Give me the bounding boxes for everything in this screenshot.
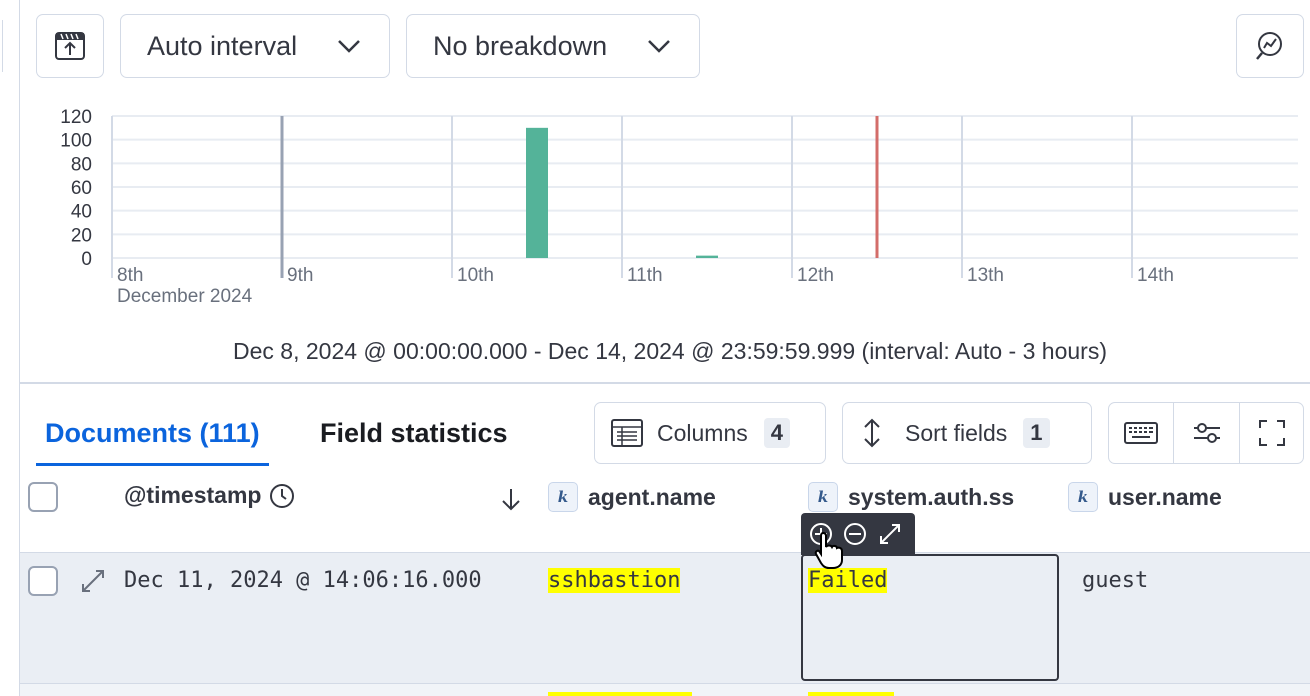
keyword-type-token: k <box>808 482 838 512</box>
cell-timestamp: Dec 11, 2024 @ 14:06:16.000 <box>124 568 482 593</box>
fullscreen-button[interactable] <box>1240 402 1304 464</box>
visualization-inspect-icon <box>1256 32 1282 60</box>
row-select-checkbox[interactable] <box>28 566 58 596</box>
inspect-button[interactable] <box>1236 14 1304 78</box>
fullscreen-icon <box>1259 420 1285 446</box>
system-auth-value: Failed <box>808 568 888 593</box>
column-header-timestamp[interactable]: @timestamp <box>124 482 295 509</box>
x-tick-label: 13th <box>967 265 1004 286</box>
chevron-down-icon <box>648 40 670 53</box>
keyboard-shortcuts-button[interactable] <box>1108 402 1173 464</box>
y-tick-label: 100 <box>60 131 92 152</box>
user-header-label: user.name <box>1108 483 1222 510</box>
display-settings-button[interactable] <box>1174 402 1239 464</box>
histogram-bar[interactable] <box>526 127 548 258</box>
discover-view: Auto interval No breakdown 120 100 80 60 40 2… <box>0 0 1310 696</box>
x-tick-label: 12th <box>797 265 834 286</box>
columns-count-badge: 4 <box>763 418 791 448</box>
expand-diagonal-icon[interactable] <box>879 523 901 545</box>
cell-user-name: guest <box>1082 568 1149 593</box>
sort-arrows-icon <box>864 418 880 448</box>
next-row-highlight <box>548 692 692 696</box>
x-tick-label: 14th <box>1137 265 1174 286</box>
next-row-highlight <box>808 692 894 696</box>
sliders-icon <box>1193 423 1220 443</box>
y-tick-label: 20 <box>71 225 92 246</box>
agent-name-value: sshbastion <box>548 568 681 593</box>
cell-agent-name: sshbastion <box>548 568 681 593</box>
breakdown-dropdown[interactable]: No breakdown <box>406 14 700 78</box>
interval-label: Auto interval <box>147 30 298 61</box>
chevron-down-icon <box>338 40 360 53</box>
tab-documents-label: Documents (111) <box>45 418 260 448</box>
columns-label: Columns <box>657 419 748 446</box>
x-tick-label: 11th <box>627 265 663 286</box>
sidebar-notch <box>0 20 3 72</box>
y-tick-label: 120 <box>60 107 92 128</box>
y-tick-label: 80 <box>71 154 92 175</box>
interval-dropdown[interactable]: Auto interval <box>120 14 390 78</box>
y-tick-label: 0 <box>81 249 92 270</box>
x-axis-sublabel: December 2024 <box>117 286 253 307</box>
x-tick-label: 10th <box>457 265 494 286</box>
save-icon <box>55 32 85 60</box>
columns-button[interactable]: Columns 4 <box>594 402 826 464</box>
select-all-checkbox[interactable] <box>28 482 58 512</box>
column-header-system-auth[interactable]: k system.auth.ss <box>808 482 1014 512</box>
sort-fields-button[interactable]: Sort fields 1 <box>842 402 1092 464</box>
sort-fields-label: Sort fields <box>905 419 1008 446</box>
y-tick-label: 40 <box>71 202 92 223</box>
breakdown-label: No breakdown <box>433 30 608 61</box>
x-tick-label: 8th <box>117 265 143 286</box>
keyword-type-token: k <box>1068 482 1098 512</box>
minus-circle-icon[interactable] <box>843 522 867 546</box>
y-tick-label: 60 <box>71 178 92 199</box>
table-icon <box>611 419 643 447</box>
column-header-user-name[interactable]: k user.name <box>1068 482 1222 512</box>
system-auth-header-label: system.auth.ss <box>848 483 1015 510</box>
section-divider <box>20 382 1310 384</box>
tab-documents[interactable]: Documents (111) <box>36 418 269 466</box>
hand-cursor-icon <box>814 531 843 569</box>
expand-icon[interactable] <box>80 568 106 594</box>
arrow-down-icon[interactable] <box>500 487 522 511</box>
cell-system-auth: Failed <box>808 568 888 593</box>
tab-field-statistics[interactable]: Field statistics <box>320 418 508 449</box>
timestamp-header-label: @timestamp <box>124 482 262 508</box>
save-visualization-button[interactable] <box>36 14 104 78</box>
keyboard-icon <box>1123 422 1158 444</box>
clock-icon <box>270 483 295 508</box>
x-tick-label: 9th <box>287 265 313 286</box>
column-header-agent-name[interactable]: k agent.name <box>548 482 716 512</box>
sort-count-badge: 1 <box>1023 418 1050 448</box>
tab-field-statistics-label: Field statistics <box>320 418 508 448</box>
histogram-bar[interactable] <box>696 255 718 258</box>
time-range-text: Dec 8, 2024 @ 00:00:00.000 - Dec 14, 202… <box>233 338 1107 364</box>
keyword-type-token: k <box>548 482 578 512</box>
agent-header-label: agent.name <box>588 483 716 510</box>
